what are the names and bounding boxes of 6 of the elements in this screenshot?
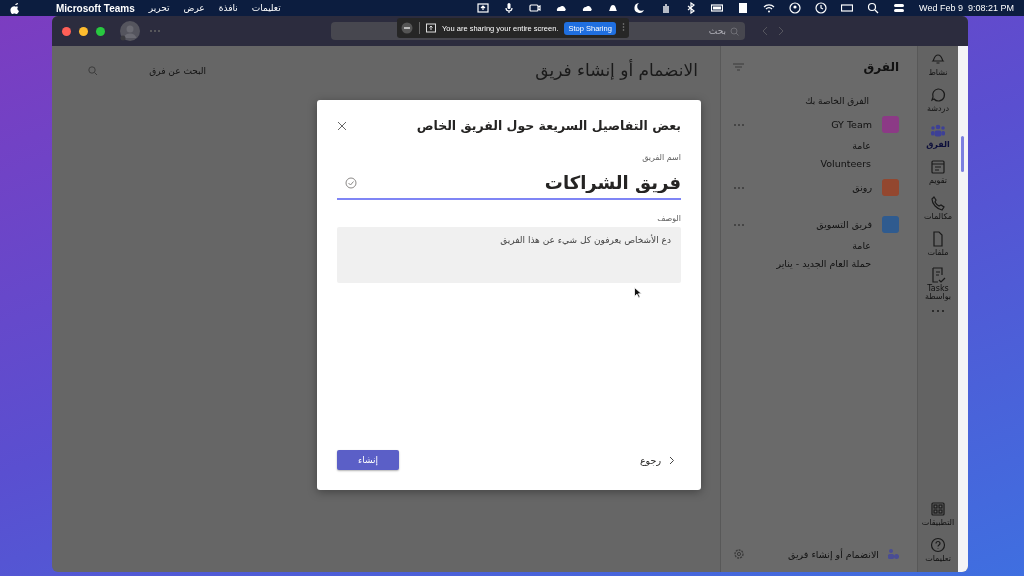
sidebar-title: الفرق — [863, 60, 899, 74]
section-label: الفرق الخاصة بك — [804, 95, 870, 106]
field-label: الوصف — [656, 214, 681, 223]
dialog-title: بعض التفاصيل السريعة حول الفريق الخاص — [416, 118, 681, 133]
page-heading: الانضمام أو إنشاء فريق — [535, 60, 698, 80]
field-label: اسم الفريق — [641, 153, 681, 162]
